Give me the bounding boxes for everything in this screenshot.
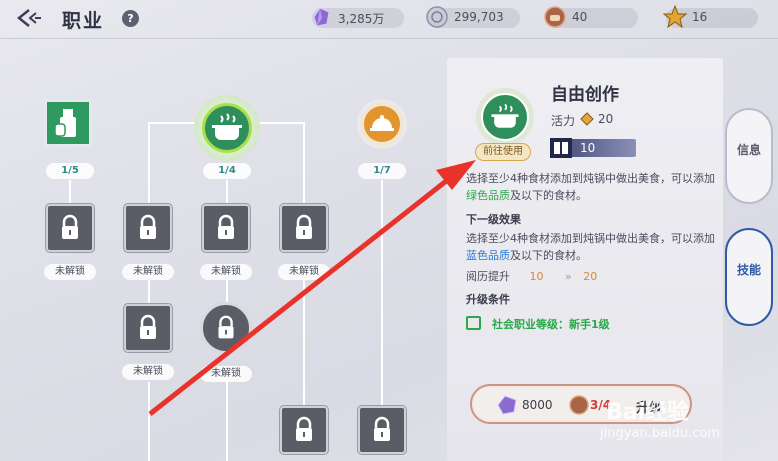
tree-node-stew-selected[interactable]: [194, 95, 260, 161]
locked-node[interactable]: [280, 204, 328, 252]
crystal-value: 3,285万: [338, 12, 385, 26]
tree-line: [226, 382, 228, 461]
stew-pot-icon: [212, 113, 242, 140]
resource-crystal: 3,285万: [312, 7, 404, 28]
locked-node-round[interactable]: [200, 302, 252, 354]
locked-label: 未解锁: [278, 264, 330, 280]
tree-node-blender[interactable]: [44, 99, 92, 147]
tab-info[interactable]: 信息: [725, 108, 773, 204]
resource-star: 16: [662, 4, 758, 29]
locked-node[interactable]: [124, 304, 172, 352]
tree-line: [148, 382, 150, 461]
blender-icon: [54, 109, 76, 137]
pot-token-icon: [569, 395, 589, 415]
lock-icon: [62, 214, 78, 239]
skill-name: 自由创作: [551, 85, 619, 105]
experience-icon: [550, 138, 572, 158]
vitality-icon: [580, 112, 594, 126]
check-icon: [466, 316, 481, 330]
tree-line: [226, 180, 228, 204]
gold-star-icon: [662, 4, 688, 29]
lock-icon: [296, 214, 312, 239]
lock-icon: [218, 214, 234, 239]
crystal-cost: 8000: [522, 398, 553, 412]
next-effect-text: 选择至少4种食材添加到炖锅中做出美食，可以添加蓝色品质及以下的食材。: [466, 232, 715, 262]
locked-label: 未解锁: [200, 264, 252, 280]
silver-coin-icon: [426, 6, 448, 28]
purple-crystal-icon: [497, 395, 517, 415]
tree-node-dish[interactable]: [357, 99, 407, 149]
watermark-url: jingyan.baidu.com: [600, 426, 720, 441]
locked-label: 未解锁: [122, 264, 174, 280]
skill-icon-large: [476, 88, 534, 146]
lock-icon: [140, 314, 156, 339]
serving-dish-icon: [370, 115, 394, 131]
upgrade-row: 阅历提升 10 » 20: [466, 270, 598, 283]
page-title: 职业: [62, 10, 105, 32]
vitality-value: 20: [598, 112, 614, 126]
lock-icon: [374, 416, 390, 441]
experience-value: 10: [580, 141, 596, 155]
column-count-3: 1/7: [358, 163, 406, 179]
goto-use-button[interactable]: 前往使用: [475, 143, 531, 161]
locked-node[interactable]: [202, 204, 250, 252]
experience-bar: 10: [550, 138, 636, 158]
double-chevron-icon: »: [565, 270, 572, 283]
tree-line: [69, 180, 71, 204]
next-level-title: 下一级效果: [466, 213, 521, 226]
column-count-1: 1/5: [46, 163, 94, 179]
tree-line: [303, 122, 305, 204]
upgrade-condition-title: 升级条件: [466, 293, 510, 306]
tree-line: [226, 280, 228, 304]
tree-line: [381, 180, 383, 406]
token-value: 40: [572, 10, 588, 24]
locked-node[interactable]: [124, 204, 172, 252]
locked-node[interactable]: [46, 204, 94, 252]
star-value: 16: [692, 10, 708, 24]
stew-pot-icon: [491, 103, 519, 128]
purple-crystal-icon: [313, 7, 330, 27]
resource-coin: 299,703: [426, 6, 520, 28]
pot-token-icon: [544, 6, 566, 28]
tree-line: [303, 280, 305, 406]
locked-node[interactable]: [358, 406, 406, 454]
locked-label: 未解锁: [200, 366, 252, 382]
back-icon[interactable]: [16, 8, 42, 28]
tab-skill[interactable]: 技能: [725, 228, 773, 326]
locked-label: 未解锁: [44, 264, 96, 280]
lock-icon: [140, 214, 156, 239]
coin-value: 299,703: [454, 10, 504, 24]
tree-line: [148, 280, 150, 304]
locked-label: 未解锁: [122, 364, 174, 380]
vitality-label: 活力: [551, 114, 576, 128]
help-button[interactable]: ?: [122, 10, 139, 27]
lock-icon: [218, 315, 234, 339]
condition-text: 社会职业等级：新手1级: [492, 318, 610, 331]
top-bar: 职业 ? 3,285万 299,703 40 16: [0, 0, 778, 36]
resource-token: 40: [544, 6, 638, 28]
column-count-2: 1/4: [203, 163, 251, 179]
locked-node[interactable]: [280, 406, 328, 454]
header-divider: [0, 38, 778, 39]
tree-line: [148, 122, 150, 204]
lock-icon: [296, 416, 312, 441]
current-effect-text: 选择至少4种食材添加到炖锅中做出美食，可以添加绿色品质及以下的食材。: [466, 172, 715, 202]
watermark-brand: Bai经验: [606, 400, 690, 425]
